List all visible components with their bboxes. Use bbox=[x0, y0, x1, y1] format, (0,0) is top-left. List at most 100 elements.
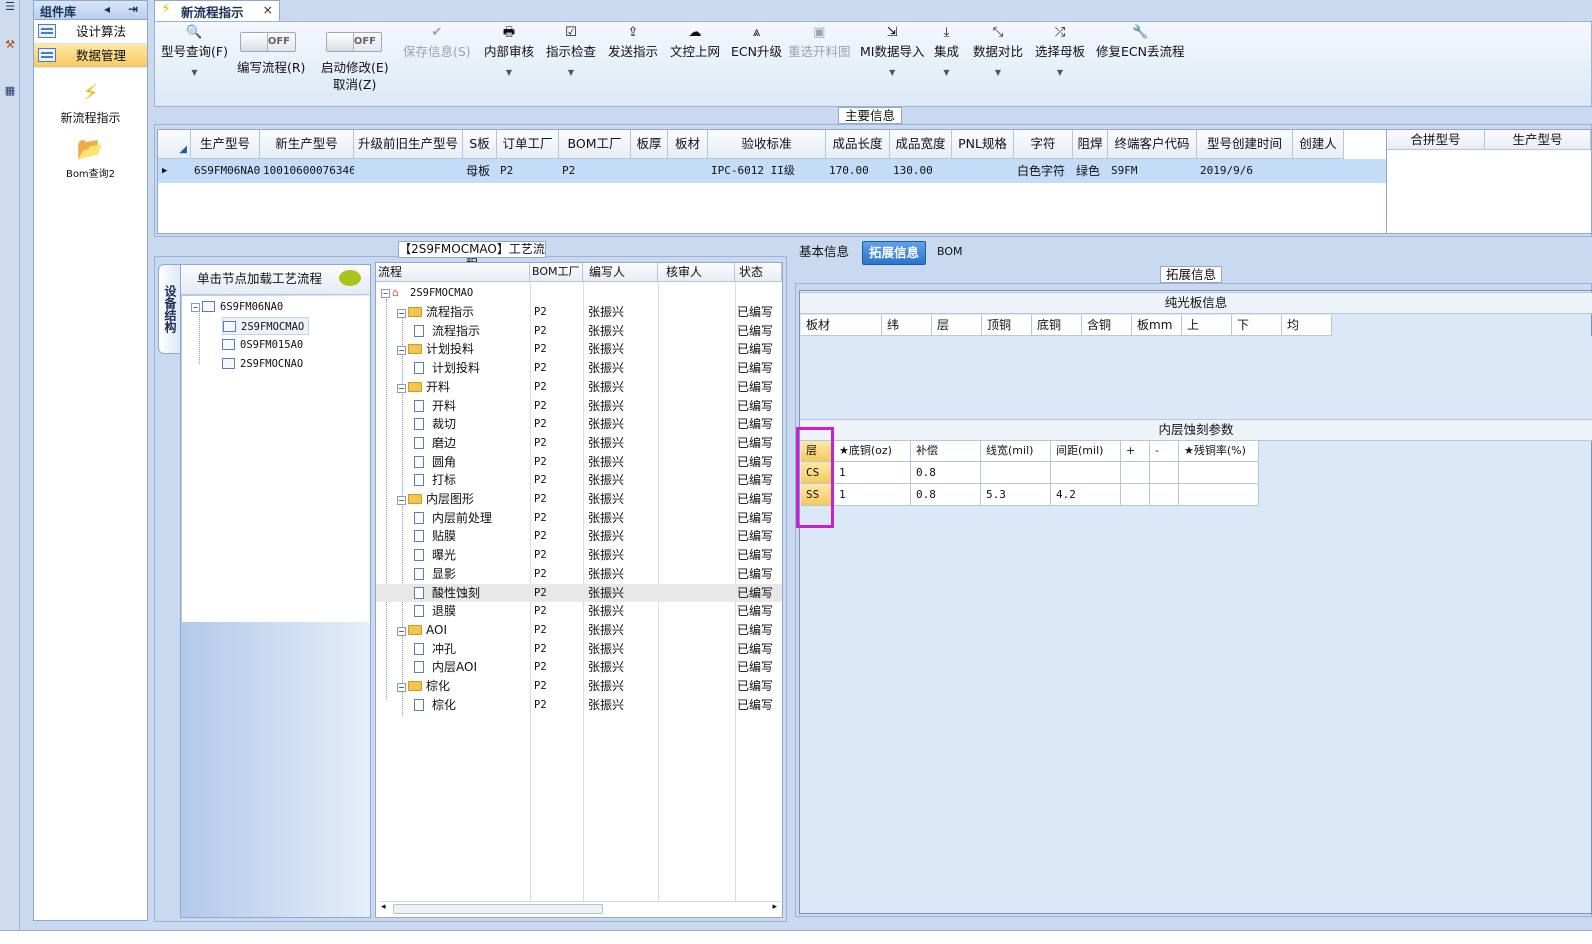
col-header[interactable]: 生产型号 bbox=[1485, 130, 1591, 150]
write-flow-toggle[interactable]: OFF bbox=[240, 32, 296, 52]
col-header[interactable]: 型号创建时间 bbox=[1197, 130, 1293, 159]
chevron-down-icon[interactable]: ▼ bbox=[484, 68, 534, 77]
table-row[interactable]: 计划投料 P2 张振兴 已编写 bbox=[376, 359, 782, 378]
reselect-cut-chart-button[interactable]: ▣ 重选开料图 bbox=[788, 25, 851, 60]
tab-extended-info[interactable]: 拓展信息 bbox=[862, 241, 927, 265]
col-header[interactable]: 纬 bbox=[882, 315, 932, 336]
cell[interactable]: 130.00 bbox=[890, 159, 952, 183]
table-row[interactable]: − 棕化 P2 张振兴 已编写 bbox=[376, 677, 782, 696]
internal-review-button[interactable]: 🖶 内部审核 ▼ bbox=[484, 25, 534, 77]
col-header[interactable]: 终端客户代码 bbox=[1108, 130, 1197, 159]
scrollbar-thumb[interactable] bbox=[393, 904, 603, 914]
cell[interactable]: 白色字符 bbox=[1014, 159, 1073, 183]
col-header[interactable]: S板 bbox=[463, 130, 497, 159]
col-header[interactable]: 板材 bbox=[801, 315, 882, 336]
table-row[interactable]: ▶ 6S9FM06NA0 10010600076346 母板 P2 P2 IPC… bbox=[158, 159, 1387, 183]
col-header[interactable]: + bbox=[1121, 441, 1150, 462]
table-row[interactable]: 打标 P2 张振兴 已编写 bbox=[376, 471, 782, 490]
table-row[interactable]: 贴膜 P2 张振兴 已编写 bbox=[376, 527, 782, 546]
doc-control-online-button[interactable]: ☁ 文控上网 bbox=[670, 25, 720, 60]
chevron-down-icon[interactable]: ▼ bbox=[860, 68, 924, 77]
col-header[interactable]: - bbox=[1150, 441, 1179, 462]
col-header[interactable]: 板材 bbox=[668, 130, 708, 159]
collapse-icon[interactable]: − bbox=[191, 303, 200, 312]
scroll-right-icon[interactable]: ▸ bbox=[772, 902, 777, 912]
integrate-button[interactable]: ⤓ 集成 ▼ bbox=[934, 25, 959, 77]
table-row[interactable]: 磨边 P2 张振兴 已编写 bbox=[376, 434, 782, 453]
model-query-button[interactable]: 🔍 型号查询(F) ▼ bbox=[161, 25, 228, 77]
col-header[interactable]: 成品宽度 bbox=[890, 130, 952, 159]
tab-basic-info[interactable]: 基本信息 bbox=[793, 241, 855, 265]
col-header[interactable]: 板mm bbox=[1132, 315, 1182, 336]
table-row[interactable]: 酸性蚀刻 P2 张振兴 已编写 bbox=[376, 583, 782, 603]
col-header[interactable]: ★底铜(oz) bbox=[834, 441, 911, 462]
cell[interactable]: P2 bbox=[497, 159, 559, 183]
cell[interactable] bbox=[354, 159, 463, 183]
collapse-icon[interactable]: − bbox=[397, 683, 406, 692]
col-header[interactable]: 板厚 bbox=[631, 130, 668, 159]
menu-item-design-algorithm[interactable]: 设计算法 bbox=[34, 20, 147, 44]
col-header[interactable]: 新生产型号 bbox=[260, 130, 354, 159]
tree-node[interactable]: 0S9FM015A0 bbox=[222, 336, 303, 354]
doc-tab-new-flow[interactable]: ⚡ 新流程指示 × bbox=[154, 0, 280, 21]
col-header[interactable]: 成品长度 bbox=[826, 130, 890, 159]
close-icon[interactable]: × bbox=[263, 2, 273, 17]
collapse-icon[interactable]: − bbox=[397, 626, 406, 636]
table-row[interactable]: − 计划投料 P2 张振兴 已编写 bbox=[376, 340, 782, 359]
col-header[interactable]: 验收标准 bbox=[708, 130, 826, 159]
menu-item-data-management[interactable]: 数据管理 bbox=[34, 44, 147, 68]
chevron-down-icon[interactable]: ▼ bbox=[973, 68, 1023, 77]
col-header[interactable]: 线宽(mil) bbox=[981, 441, 1051, 462]
table-cell[interactable] bbox=[1179, 484, 1259, 506]
table-row[interactable]: − 开料 P2 张振兴 已编写 bbox=[376, 378, 782, 397]
table-row[interactable]: − AOI P2 张振兴 已编写 bbox=[376, 621, 782, 640]
collapse-icon[interactable]: − bbox=[397, 383, 406, 393]
cell[interactable]: 母板 bbox=[463, 159, 497, 183]
repair-ecn-flow-button[interactable]: 🔧 修复ECN丢流程 bbox=[1096, 25, 1184, 60]
col-header[interactable]: 均 bbox=[1282, 315, 1332, 336]
mi-data-import-button[interactable]: ⇲ MI数据导入 ▼ bbox=[860, 25, 924, 77]
table-row[interactable]: 内层AOI P2 张振兴 已编写 bbox=[376, 658, 782, 677]
select-mother-board-button[interactable]: ⤮ 选择母板 ▼ bbox=[1035, 25, 1085, 77]
table-row[interactable]: − 流程指示 P2 张振兴 已编写 bbox=[376, 303, 782, 322]
col-header[interactable]: 核审人 bbox=[658, 263, 735, 282]
table-cell[interactable]: 1 bbox=[834, 462, 911, 484]
cell[interactable] bbox=[631, 159, 668, 183]
col-header[interactable]: 层 bbox=[932, 315, 982, 336]
cell[interactable]: 2019/9/6 bbox=[1197, 159, 1293, 183]
table-cell[interactable] bbox=[1121, 484, 1150, 506]
chevron-down-icon[interactable]: ▼ bbox=[1035, 68, 1085, 77]
col-header[interactable]: 状态 bbox=[735, 263, 782, 282]
col-header[interactable]: 订单工厂 bbox=[497, 130, 559, 159]
table-cell[interactable]: 1 bbox=[834, 484, 911, 506]
bom-query-tool[interactable]: 📂 Bom查询2 bbox=[34, 137, 147, 180]
table-row[interactable]: 退膜 P2 张振兴 已编写 bbox=[376, 602, 782, 621]
scroll-left-icon[interactable]: ◂ bbox=[381, 902, 386, 912]
send-instruction-button[interactable]: ⇪ 发送指示 bbox=[608, 25, 658, 60]
table-cell[interactable] bbox=[1150, 462, 1179, 484]
col-header[interactable]: 上 bbox=[1182, 315, 1232, 336]
cell[interactable]: 6S9FM06NA0 bbox=[191, 159, 260, 183]
cell[interactable]: P2 bbox=[559, 159, 631, 183]
col-header[interactable]: 阻焊 bbox=[1073, 130, 1108, 159]
horizontal-scrollbar[interactable]: ◂ ▸ bbox=[379, 901, 781, 915]
col-header[interactable]: 间距(mil) bbox=[1051, 441, 1121, 462]
table-cell[interactable] bbox=[1051, 462, 1121, 484]
table-row[interactable]: 流程指示 P2 张振兴 已编写 bbox=[376, 322, 782, 341]
col-header[interactable]: 升级前旧生产型号 bbox=[354, 130, 463, 159]
instruction-check-button[interactable]: ☑ 指示检查 ▼ bbox=[546, 25, 596, 77]
save-info-button[interactable]: ✔ 保存信息(S) bbox=[403, 25, 471, 60]
cancel-label[interactable]: 取消(Z) bbox=[333, 74, 376, 93]
col-header[interactable]: 含铜 bbox=[1082, 315, 1132, 336]
cell[interactable] bbox=[952, 159, 1014, 183]
col-header[interactable]: 生产型号 bbox=[191, 130, 260, 159]
table-row[interactable]: 内层前处理 P2 张振兴 已编写 bbox=[376, 509, 782, 528]
factory-icon[interactable]: ⚒ bbox=[1, 38, 19, 66]
tree-node[interactable]: − 6S9FM06NA0 bbox=[191, 298, 283, 316]
table-cell[interactable] bbox=[1150, 484, 1179, 506]
col-header[interactable]: 编写人 bbox=[583, 263, 658, 282]
table-cell[interactable] bbox=[1179, 462, 1259, 484]
table-row[interactable]: 曝光 P2 张振兴 已编写 bbox=[376, 546, 782, 565]
cell[interactable] bbox=[668, 159, 708, 183]
cell[interactable]: IPC-6012 II级 bbox=[708, 159, 826, 183]
